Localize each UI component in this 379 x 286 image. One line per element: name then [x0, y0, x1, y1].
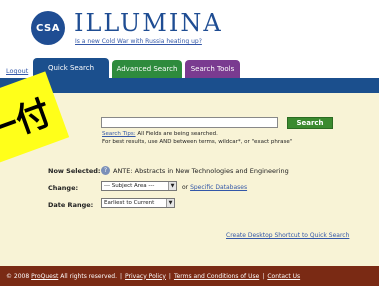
search-tips-link[interactable]: Search Tips:	[102, 131, 136, 137]
tagline-link[interactable]: Is a new Cold War with Russia heating up…	[75, 38, 202, 45]
search-tips-line2: For best results, use AND between terms,…	[102, 139, 293, 145]
privacy-link[interactable]: Privacy Policy	[125, 273, 166, 280]
divider: |	[120, 272, 123, 280]
now-selected-text: ANTE: Abstracts in New Technologies and …	[113, 166, 289, 175]
subject-area-value: --- Subject Area ---	[104, 183, 155, 189]
date-range-value: Earliest to Current	[104, 200, 155, 206]
divider: |	[168, 272, 171, 280]
rights-text: All rights reserved.	[60, 272, 117, 280]
change-label: Change:	[48, 184, 79, 192]
contact-link[interactable]: Contact Us	[267, 273, 300, 280]
chevron-down-icon[interactable]: ▼	[166, 199, 174, 207]
search-input[interactable]	[101, 117, 278, 128]
footer: © 2008 ProQuest All rights reserved. | P…	[0, 266, 379, 286]
tab-advanced-search[interactable]: Advanced Search	[112, 60, 182, 78]
specific-databases-link[interactable]: Specific Databases	[190, 184, 247, 191]
or-text: or	[182, 184, 189, 191]
brand-title: ILLUMINA	[74, 9, 223, 37]
tab-search-tools[interactable]: Search Tools	[185, 60, 240, 78]
subject-area-select[interactable]: --- Subject Area --- ▼	[101, 181, 177, 191]
now-selected-value: ? ANTE: Abstracts in New Technologies an…	[101, 166, 289, 175]
proquest-link[interactable]: ProQuest	[31, 273, 58, 280]
logout-link[interactable]: Logout	[6, 67, 28, 75]
desktop-shortcut-link[interactable]: Create Desktop Shortcut to Quick Search	[226, 232, 349, 239]
or-specific-databases: or Specific Databases	[182, 184, 247, 191]
search-tips-text: All Fields are being searched.	[135, 131, 218, 137]
divider: |	[262, 272, 265, 280]
date-range-select[interactable]: Earliest to Current ▼	[101, 198, 175, 208]
csa-logo[interactable]: CSA	[31, 11, 65, 45]
copyright-year: © 2008	[6, 272, 30, 280]
search-tips: Search Tips: All Fields are being search…	[102, 130, 292, 146]
nav-bar	[0, 78, 379, 93]
now-selected-label: Now Selected:	[48, 167, 101, 175]
chevron-down-icon[interactable]: ▼	[168, 182, 176, 190]
help-icon[interactable]: ?	[101, 166, 110, 175]
date-range-label: Date Range:	[48, 201, 94, 209]
search-button[interactable]: Search	[287, 117, 333, 129]
terms-link[interactable]: Terms and Conditions of Use	[174, 273, 259, 280]
